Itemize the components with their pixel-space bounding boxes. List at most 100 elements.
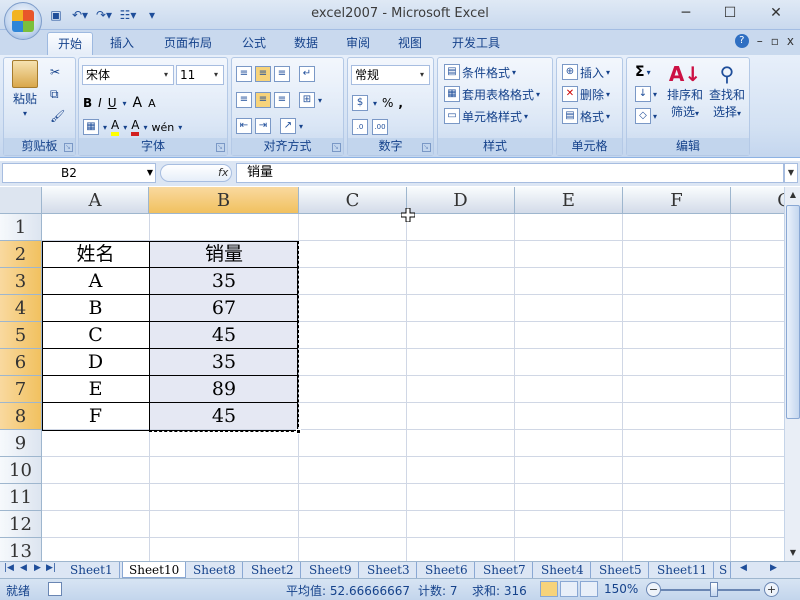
formula-input[interactable]: 销量 xyxy=(236,163,784,183)
sheet-tab-sheet3[interactable]: Sheet3 xyxy=(361,562,417,578)
paste-button[interactable]: 粘贴 ▾ xyxy=(8,60,42,120)
sheet-tab-sheet9[interactable]: Sheet9 xyxy=(303,562,359,578)
increase-decimal-icon[interactable]: .0 xyxy=(352,119,368,135)
cell-a5[interactable]: C xyxy=(42,322,149,349)
normal-view-icon[interactable] xyxy=(540,581,558,597)
row-header-8[interactable]: 8 xyxy=(0,403,42,430)
zoom-out-icon[interactable]: − xyxy=(646,582,661,597)
cell-a4[interactable]: B xyxy=(42,295,149,322)
currency-icon[interactable]: $ xyxy=(352,95,368,111)
decrease-indent-icon[interactable]: ⇤ xyxy=(236,118,252,134)
align-middle-icon[interactable]: ≡ xyxy=(255,66,271,82)
row-header-1[interactable]: 1 xyxy=(0,214,42,241)
column-header-e[interactable]: E xyxy=(515,187,623,214)
sheet-tab-sheet11[interactable]: Sheet11 xyxy=(651,562,715,578)
row-header-10[interactable]: 10 xyxy=(0,457,42,484)
align-bottom-icon[interactable]: ≡ xyxy=(274,66,290,82)
fill-handle[interactable] xyxy=(296,429,301,434)
align-right-icon[interactable]: ≡ xyxy=(274,92,290,108)
clipboard-dialog-launcher-icon[interactable]: ↘ xyxy=(64,143,73,152)
cell-a2[interactable]: 姓名 xyxy=(42,241,149,268)
row-header-3[interactable]: 3 xyxy=(0,268,42,295)
tab-formulas[interactable]: 公式 xyxy=(232,32,276,55)
decrease-decimal-icon[interactable]: .00 xyxy=(372,119,388,135)
vertical-scroll-thumb[interactable] xyxy=(786,205,800,419)
sheet-tab-sheet5[interactable]: Sheet5 xyxy=(593,562,649,578)
row-header-6[interactable]: 6 xyxy=(0,349,42,376)
column-header-c[interactable]: C xyxy=(299,187,407,214)
tab-home[interactable]: 开始 xyxy=(47,32,94,55)
column-header-b[interactable]: B xyxy=(149,187,299,214)
align-left-icon[interactable]: ≡ xyxy=(236,92,252,108)
prev-sheet-icon[interactable]: ◀ xyxy=(20,563,27,573)
shrink-font-button[interactable]: A xyxy=(148,97,156,110)
zoom-level[interactable]: 150% xyxy=(604,582,638,596)
ribbon-close-button[interactable]: x xyxy=(787,34,794,48)
sheet-tab-sheet4[interactable]: Sheet4 xyxy=(535,562,591,578)
help-icon[interactable]: ? xyxy=(734,34,749,48)
italic-button[interactable]: I xyxy=(98,96,102,110)
worksheet-grid[interactable]: A B C D E F G 1 2 3 4 5 6 7 8 9 10 11 12… xyxy=(0,187,784,561)
column-header-g[interactable]: G xyxy=(731,187,784,214)
close-button[interactable]: ✕ xyxy=(754,2,798,24)
sort-filter-button[interactable]: A↓ 排序和 筛选▾ xyxy=(665,62,705,128)
underline-button[interactable]: U xyxy=(108,96,117,110)
format-cells-button[interactable]: ▤ 格式 ▾ xyxy=(562,106,610,126)
sheet-tab-partial[interactable]: S xyxy=(716,562,732,578)
sheet-tab-sheet7[interactable]: Sheet7 xyxy=(477,562,533,578)
column-header-f[interactable]: F xyxy=(623,187,731,214)
insert-cells-button[interactable]: ⊕ 插入 ▾ xyxy=(562,62,610,82)
page-layout-view-icon[interactable] xyxy=(560,581,578,597)
row-header-11[interactable]: 11 xyxy=(0,484,42,511)
hscroll-right-icon[interactable]: ▶ xyxy=(770,563,777,573)
tab-page-layout[interactable]: 页面布局 xyxy=(154,32,222,55)
font-size-select[interactable]: 11 ▾ xyxy=(176,65,224,85)
cell-a3[interactable]: A xyxy=(42,268,149,295)
fill-color-button[interactable]: A xyxy=(111,118,120,136)
number-format-select[interactable]: 常规 ▾ xyxy=(351,65,430,85)
row-header-13[interactable]: 13 xyxy=(0,538,42,561)
tab-developer[interactable]: 开发工具 xyxy=(442,32,510,55)
row-header-7[interactable]: 7 xyxy=(0,376,42,403)
increase-indent-icon[interactable]: ⇥ xyxy=(255,118,271,134)
cut-icon[interactable]: ✂ xyxy=(50,62,60,82)
cell-a8[interactable]: F xyxy=(42,403,149,430)
align-top-icon[interactable]: ≡ xyxy=(236,66,252,82)
scroll-up-icon[interactable]: ▲ xyxy=(786,187,800,203)
minimize-button[interactable]: ─ xyxy=(664,2,708,24)
conditional-format-button[interactable]: ▤ 条件格式 ▾ xyxy=(444,62,516,82)
font-color-button[interactable]: A xyxy=(131,118,140,136)
row-header-5[interactable]: 5 xyxy=(0,322,42,349)
fill-button[interactable]: ↓ ▾ xyxy=(635,84,657,104)
row-header-12[interactable]: 12 xyxy=(0,511,42,538)
row-header-2[interactable]: 2 xyxy=(0,241,42,268)
find-select-button[interactable]: ⚲ 查找和 选择▾ xyxy=(707,62,747,128)
maximize-button[interactable]: ☐ xyxy=(708,2,752,24)
sheet-tab-sheet8[interactable]: Sheet8 xyxy=(187,562,243,578)
alignment-dialog-launcher-icon[interactable]: ↘ xyxy=(332,143,341,152)
page-break-view-icon[interactable] xyxy=(580,581,598,597)
tab-review[interactable]: 审阅 xyxy=(336,32,380,55)
phonetic-button[interactable]: wén xyxy=(151,121,174,134)
row-header-4[interactable]: 4 xyxy=(0,295,42,322)
cell-styles-button[interactable]: ▭ 单元格样式 ▾ xyxy=(444,106,528,126)
next-sheet-icon[interactable]: ▶ xyxy=(34,563,41,573)
font-name-select[interactable]: 宋体 ▾ xyxy=(82,65,174,85)
grow-font-button[interactable]: A xyxy=(133,95,143,111)
tab-view[interactable]: 视图 xyxy=(388,32,432,55)
name-box[interactable]: B2 ▼ xyxy=(2,163,156,183)
merge-center-icon[interactable]: ⊞ xyxy=(299,92,315,108)
ribbon-minimize-button[interactable]: – xyxy=(757,34,763,48)
hscroll-left-icon[interactable]: ◀ xyxy=(740,563,747,573)
autosum-button[interactable]: Σ ▾ xyxy=(635,62,651,82)
last-sheet-icon[interactable]: ▶| xyxy=(46,563,56,573)
format-as-table-button[interactable]: ▦ 套用表格格式 ▾ xyxy=(444,84,540,104)
macro-record-icon[interactable] xyxy=(48,582,62,596)
tab-data[interactable]: 数据 xyxy=(284,32,328,55)
border-icon[interactable]: ▦ xyxy=(83,119,99,135)
wrap-text-icon[interactable]: ↵ xyxy=(299,66,315,82)
clear-button[interactable]: ◇ ▾ xyxy=(635,106,657,126)
align-center-icon[interactable]: ≡ xyxy=(255,92,271,108)
sheet-tab-sheet1[interactable]: Sheet1 xyxy=(64,562,120,578)
copy-icon[interactable]: ⧉ xyxy=(50,84,59,104)
